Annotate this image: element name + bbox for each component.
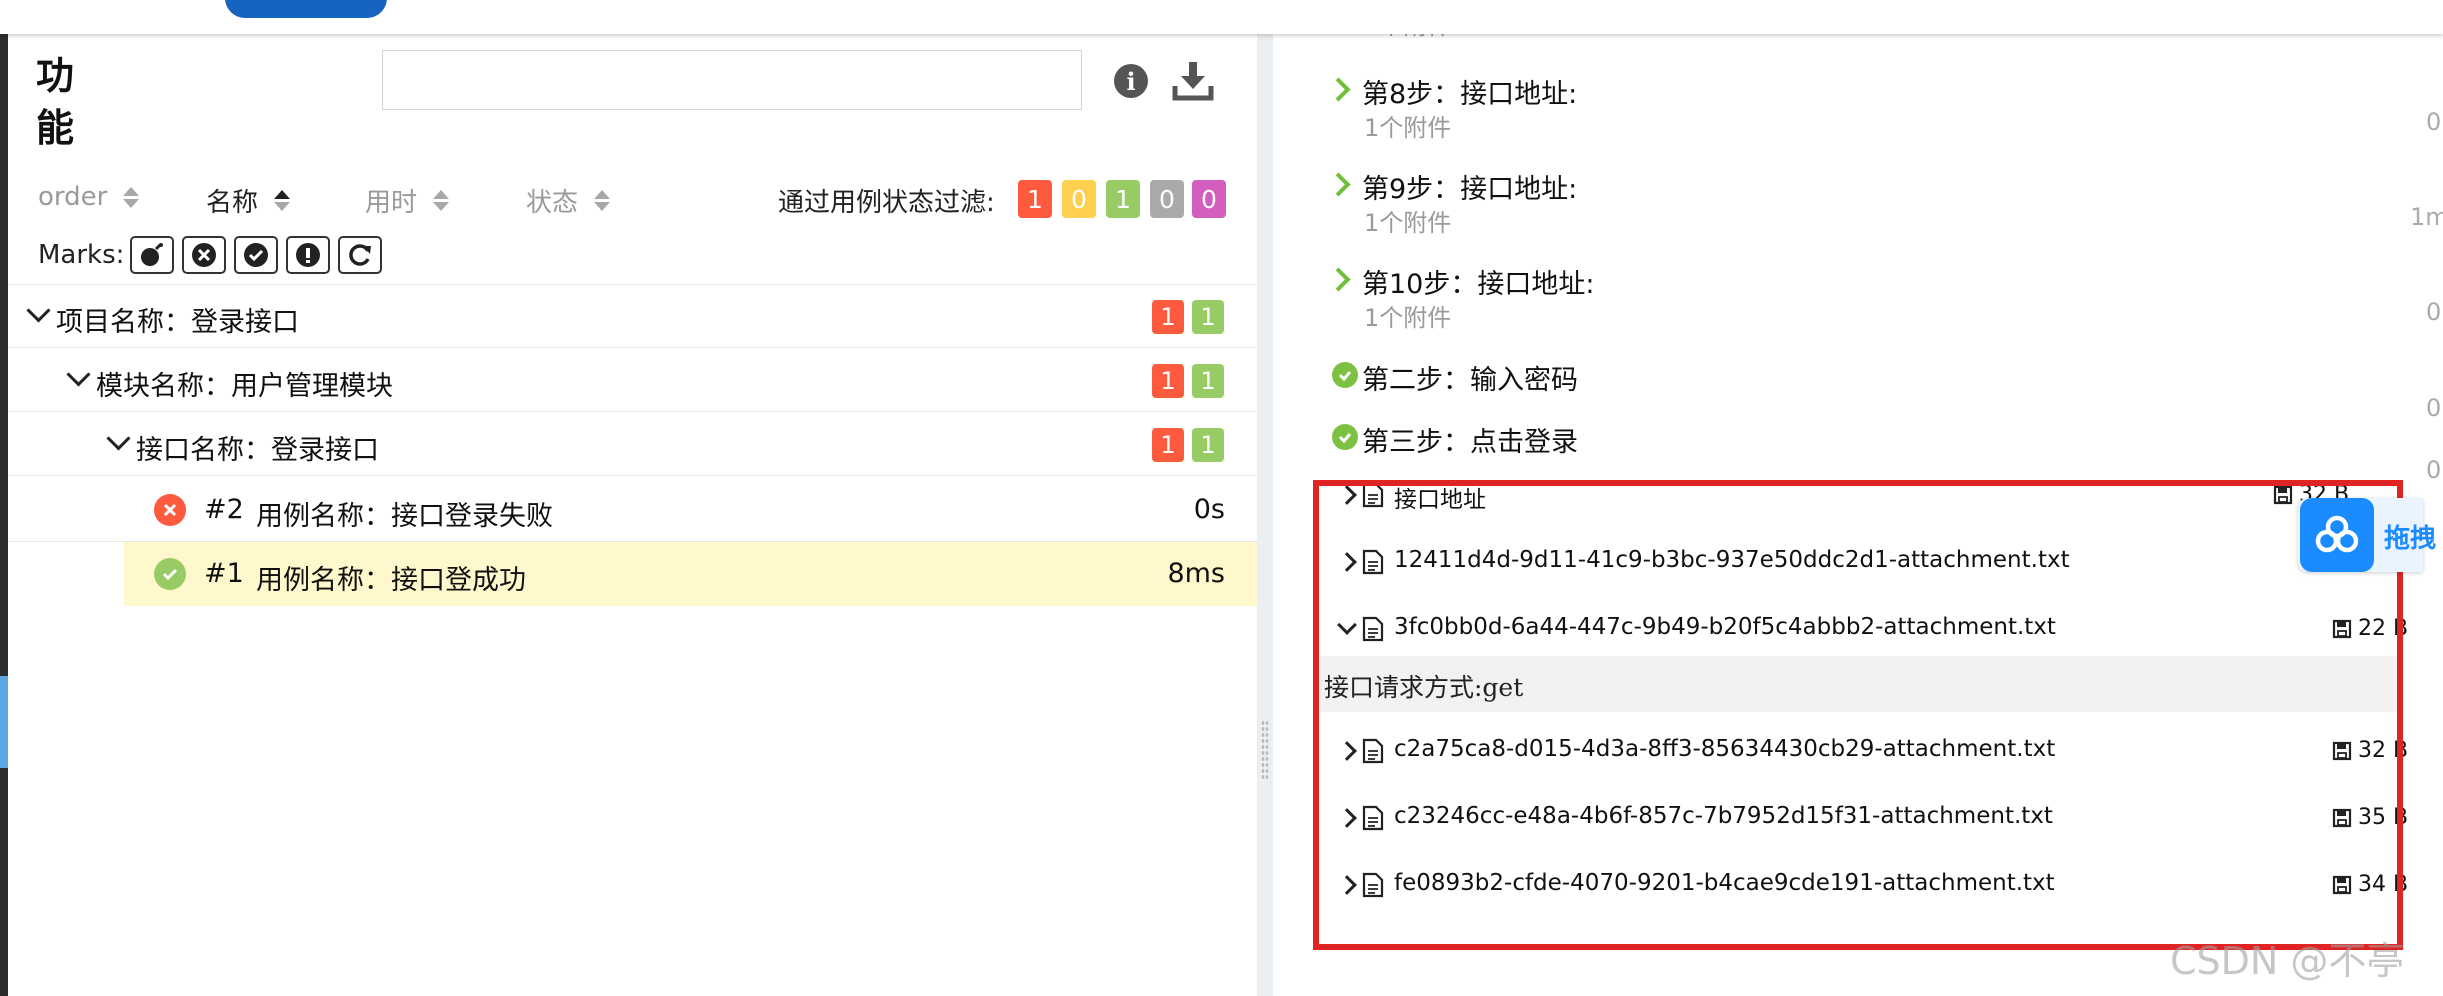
pane-resize-handle[interactable] <box>1261 720 1269 780</box>
step-duration: 0 <box>2426 108 2442 136</box>
chevron-down-icon <box>66 362 91 387</box>
step-title[interactable]: 第9步：接口地址: <box>1362 167 1577 206</box>
sort-column-label: order <box>38 182 108 212</box>
test-case-row-selected[interactable]: #1 用例名称：接口登成功 8ms <box>124 542 1257 606</box>
annotation-box <box>1313 480 2403 950</box>
step-title[interactable]: 第二步：输入密码 <box>1362 358 1578 397</box>
chevron-down-icon <box>26 298 51 323</box>
sort-asc-icon <box>274 190 291 211</box>
test-case-name: 用例名称：接口登录失败 <box>256 501 553 532</box>
sort-icon <box>594 190 611 211</box>
step-title[interactable]: 第8步：接口地址: <box>1362 72 1577 111</box>
mark-failed-button[interactable] <box>182 236 226 274</box>
baidu-cloud-icon[interactable] <box>2300 498 2374 572</box>
test-case-duration: 8ms <box>1167 558 1225 589</box>
mark-passed-button[interactable] <box>234 236 278 274</box>
baidu-drag-label[interactable]: 拖拽 <box>2384 518 2436 555</box>
tree-group-label: 项目名称：登录接口 <box>56 307 299 338</box>
marks-label: Marks: <box>38 240 125 270</box>
times-circle-icon <box>192 243 216 267</box>
test-case-order: #1 <box>204 558 244 589</box>
passed-count-badge: 1 <box>1192 300 1224 334</box>
step-title[interactable]: 第10步：接口地址: <box>1362 262 1594 301</box>
status-filter-label: 通过用例状态过滤: <box>778 188 995 218</box>
failed-count-badge: 1 <box>1152 300 1184 334</box>
test-case-duration: 0s <box>1193 494 1225 525</box>
exclamation-circle-icon <box>296 243 320 267</box>
step-attachment-count: 1个附件 <box>1364 304 1452 332</box>
sort-column-label: 用时 <box>365 188 418 218</box>
passed-count-badge: 1 <box>1192 364 1224 398</box>
sort-column-label: 状态 <box>526 188 579 218</box>
chevron-right-icon[interactable] <box>1326 172 1351 197</box>
left-edge-indicator <box>0 676 8 768</box>
check-circle-icon <box>244 243 268 267</box>
bomb-icon <box>141 243 163 266</box>
tree-group-module[interactable]: 模块名称：用户管理模块 1 1 <box>8 348 1257 412</box>
test-case-row[interactable]: #2 用例名称：接口登录失败 0s <box>8 478 1257 542</box>
step-duration: 0 <box>2426 456 2442 484</box>
tree-group-interface[interactable]: 接口名称：登录接口 1 1 <box>8 412 1257 476</box>
tree-group-project[interactable]: 项目名称：登录接口 1 1 <box>8 284 1257 348</box>
failed-count-badge: 1 <box>1152 364 1184 398</box>
step-title[interactable]: 第三步：点击登录 <box>1362 420 1578 459</box>
sort-icon <box>123 186 140 208</box>
step-duration: 1m <box>2410 203 2443 231</box>
sort-column-label: 名称 <box>206 188 259 218</box>
sort-column-duration[interactable]: 用时 <box>365 182 450 219</box>
failed-status-icon <box>154 494 186 526</box>
step-duration: 0 <box>2426 394 2442 422</box>
filter-badge-broken[interactable]: 0 <box>1062 180 1096 218</box>
passed-count-badge: 1 <box>1192 428 1224 462</box>
failed-count-badge: 1 <box>1152 428 1184 462</box>
mark-broken-button[interactable] <box>286 236 330 274</box>
left-edge-strip <box>0 34 8 996</box>
page-title: 功能 <box>36 54 75 150</box>
test-case-name: 用例名称：接口登成功 <box>256 565 526 596</box>
step-attachment-count: 1个附件 <box>1364 209 1452 237</box>
passed-status-icon <box>154 558 186 590</box>
pane-divider[interactable] <box>1257 34 1273 996</box>
step-attachment-count: 1个附件 <box>1364 114 1452 142</box>
chevron-right-icon[interactable] <box>1326 267 1351 292</box>
mark-retries-button[interactable] <box>338 236 382 274</box>
sort-column-name[interactable]: 名称 <box>206 182 291 219</box>
refresh-icon <box>349 244 371 266</box>
test-case-order: #2 <box>204 494 244 525</box>
watermark: CSDN @不亭 <box>2170 939 2405 983</box>
tree-group-label: 接口名称：登录接口 <box>136 435 379 466</box>
filter-badge-passed[interactable]: 1 <box>1106 180 1140 218</box>
search-input[interactable] <box>382 50 1082 110</box>
step-duration: 0 <box>2426 298 2442 326</box>
filter-badge-skipped[interactable]: 0 <box>1150 180 1184 218</box>
sort-column-order[interactable]: order <box>38 182 140 212</box>
chevron-down-icon <box>106 426 131 451</box>
passed-step-icon <box>1332 424 1358 450</box>
mark-flaky-button[interactable] <box>130 236 174 274</box>
sort-icon <box>433 190 450 211</box>
tree-group-label: 模块名称：用户管理模块 <box>96 371 393 402</box>
passed-step-icon <box>1332 362 1358 388</box>
top-nav-button[interactable] <box>225 0 387 18</box>
info-icon[interactable]: i <box>1114 64 1148 98</box>
chevron-right-icon[interactable] <box>1326 77 1351 102</box>
download-icon[interactable] <box>1172 60 1214 102</box>
filter-badge-unknown[interactable]: 0 <box>1192 180 1226 218</box>
sort-column-status[interactable]: 状态 <box>526 182 611 219</box>
filter-badge-failed[interactable]: 1 <box>1018 180 1052 218</box>
